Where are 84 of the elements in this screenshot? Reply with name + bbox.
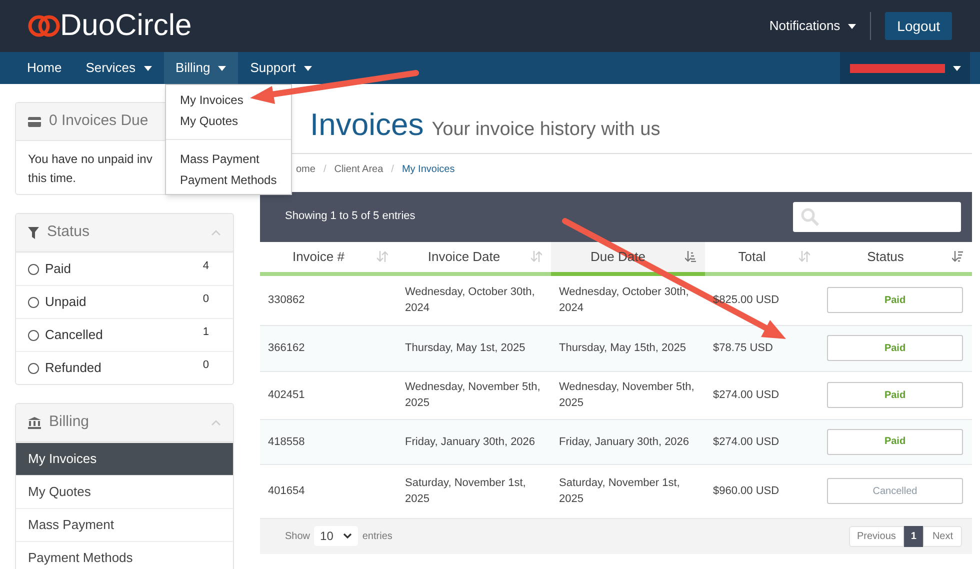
sort-ascending-icon	[685, 251, 696, 262]
filter-label[interactable]: Refunded	[45, 358, 102, 378]
table-cell-text: 418558	[268, 434, 305, 450]
status-label: Paid	[827, 335, 963, 361]
page-button[interactable]: 1	[904, 526, 924, 546]
radio-button[interactable]	[28, 362, 39, 374]
sort-icon	[531, 251, 542, 262]
caret-icon	[848, 24, 856, 28]
panel-title: Billing	[49, 412, 90, 432]
table-cell-text: $960.00 USD	[713, 484, 780, 499]
table-cell-text: 330862	[268, 293, 305, 308]
credit-card-icon	[28, 116, 41, 126]
dropdown-item[interactable]: Mass Payment	[166, 148, 291, 169]
table-cell-text: Wednesday, October 30th, 2024	[559, 285, 690, 316]
sort-icon	[799, 251, 810, 262]
dropdown-item[interactable]: My Invoices	[166, 89, 291, 110]
notifications-menu[interactable]: Notifications	[769, 16, 856, 36]
panel-text: You have no unpaid inv	[28, 151, 152, 168]
filter-label[interactable]: Unpaid	[45, 292, 86, 312]
filter-count: 4	[202, 258, 209, 274]
logout-button[interactable]: Logout	[885, 12, 952, 40]
status-label: Cancelled	[827, 478, 963, 504]
table-cell-text: Wednesday, November 5th, 2025	[559, 380, 696, 411]
table-cell-text: Thursday, May 15th, 2025	[559, 341, 686, 356]
table-cell-text: Saturday, November 1st, 2025	[405, 476, 527, 507]
breadcrumb-link[interactable]: ome	[296, 162, 316, 177]
radio-button[interactable]	[28, 330, 39, 340]
table-cell-text: Wednesday, October 30th, 2024	[405, 285, 536, 316]
dropdown-item[interactable]: My Quotes	[166, 110, 291, 131]
table-cell-text: 402451	[268, 388, 305, 403]
sidebar-link[interactable]: My Invoices	[16, 442, 233, 475]
logo-text[interactable]: DuoCircle	[60, 11, 192, 41]
chevron-down-icon	[343, 533, 352, 539]
sidebar-link[interactable]: Mass Payment	[16, 508, 233, 541]
nav-item[interactable]: Home	[15, 52, 74, 84]
sidebar-link[interactable]: My Quotes	[16, 475, 233, 508]
search-field[interactable]	[793, 202, 961, 232]
table-cell-text: Wednesday, November 5th, 2025	[405, 380, 542, 411]
status-label: Paid	[827, 382, 963, 408]
bank-icon	[28, 416, 41, 428]
nav-item[interactable]: Support	[238, 52, 324, 84]
sidebar-link[interactable]: Payment Methods	[16, 541, 233, 569]
filter-label[interactable]: Cancelled	[45, 325, 103, 345]
page-size-select[interactable]: 10	[314, 526, 358, 546]
previous-button[interactable]: Previous	[848, 526, 904, 546]
table-cell-text: Thursday, May 1st, 2025	[405, 341, 526, 356]
radio-button[interactable]	[28, 264, 39, 274]
table-cell-text: Saturday, November 1st, 2025	[559, 476, 681, 507]
sort-descending-icon	[952, 251, 963, 262]
page-subtitle: Your invoice history with us	[432, 118, 660, 142]
filter-icon	[28, 226, 39, 238]
next-button[interactable]: Next	[923, 526, 962, 546]
breadcrumb-current: My Invoices	[402, 163, 455, 177]
table-cell-text: Friday, January 30th, 2026	[405, 434, 536, 450]
caret-icon	[952, 66, 960, 70]
table-cell-text: $78.75 USD	[713, 341, 773, 356]
nav-item[interactable]: Billing	[164, 52, 238, 84]
table-cell-text: 366162	[268, 341, 305, 356]
table-cell-text: 401654	[268, 484, 305, 499]
radio-button[interactable]	[28, 296, 39, 308]
show-label: Show	[285, 530, 310, 544]
table-cell-text: Friday, January 30th, 2026	[559, 434, 690, 450]
breadcrumb-link[interactable]: Client Area	[334, 162, 384, 177]
page-title: Invoices	[310, 106, 424, 144]
table-info: Showing 1 to 5 of 5 entries	[285, 209, 416, 224]
logo-icon	[28, 14, 60, 38]
panel-title: Status	[47, 222, 90, 242]
table-cell-text: $274.00 USD	[713, 434, 780, 450]
nav-item[interactable]: Services	[74, 52, 164, 84]
status-label: Paid	[827, 287, 963, 313]
search-icon	[801, 208, 819, 226]
filter-count: 1	[202, 324, 209, 340]
panel-title: 0 Invoices Due	[49, 111, 148, 132]
status-label: Paid	[827, 428, 963, 454]
entries-label: entries	[362, 530, 392, 544]
filter-label[interactable]: Paid	[45, 259, 72, 279]
breadcrumb-separator: /	[323, 163, 326, 177]
dropdown-item[interactable]: Payment Methods	[166, 169, 291, 190]
breadcrumb-separator: /	[391, 163, 394, 177]
filter-count: 0	[202, 358, 209, 373]
panel-text: this time.	[28, 170, 76, 187]
filter-count: 0	[202, 292, 209, 307]
table-cell-text: $274.00 USD	[713, 388, 780, 403]
sort-icon	[377, 251, 388, 262]
